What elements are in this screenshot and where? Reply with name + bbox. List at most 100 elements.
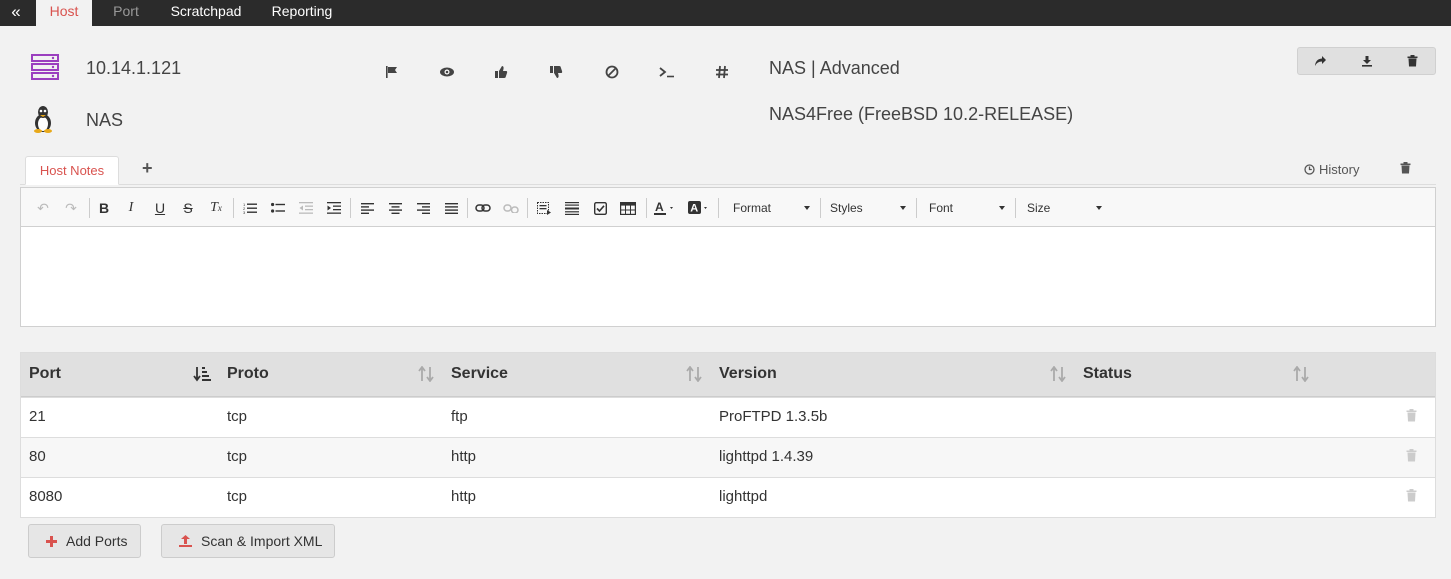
align-left-icon[interactable] bbox=[357, 198, 377, 218]
cell-version: lighttpd bbox=[719, 488, 768, 505]
toolbar-separator bbox=[718, 198, 719, 218]
host-os: NAS4Free (FreeBSD 10.2-RELEASE) bbox=[769, 104, 1074, 124]
table-row[interactable]: 80 tcp http lighttpd 1.4.39 bbox=[21, 437, 1435, 477]
thumbs-up-icon[interactable] bbox=[491, 62, 511, 82]
host-action-group bbox=[1297, 47, 1436, 75]
size-dropdown[interactable]: Size bbox=[1027, 198, 1102, 218]
indent-icon[interactable] bbox=[324, 198, 344, 218]
scan-import-xml-button[interactable]: Scan & Import XML bbox=[161, 524, 335, 558]
eye-icon[interactable] bbox=[437, 62, 457, 82]
history-label: History bbox=[1319, 162, 1360, 177]
align-center-icon[interactable] bbox=[385, 198, 405, 218]
tab-scratchpad[interactable]: Scratchpad bbox=[166, 0, 246, 26]
hash-icon[interactable] bbox=[712, 62, 732, 82]
plus-icon bbox=[46, 535, 57, 547]
column-header-status[interactable]: Status bbox=[1083, 365, 1132, 383]
trash-icon[interactable] bbox=[1406, 489, 1417, 507]
sort-descending-icon[interactable] bbox=[193, 366, 211, 385]
column-header-proto[interactable]: Proto bbox=[227, 365, 269, 383]
sort-icon[interactable] bbox=[1050, 365, 1066, 385]
svg-text:A: A bbox=[655, 201, 664, 214]
text-color-icon[interactable]: A bbox=[653, 198, 679, 218]
tab-host[interactable]: Host bbox=[36, 0, 92, 26]
table-row[interactable]: 21 tcp ftp ProFTPD 1.3.5b bbox=[21, 397, 1435, 437]
sort-icon[interactable] bbox=[418, 365, 434, 385]
cell-port: 80 bbox=[29, 448, 46, 465]
trash-icon[interactable] bbox=[1400, 161, 1411, 179]
column-header-service[interactable]: Service bbox=[451, 365, 508, 383]
italic-icon[interactable]: I bbox=[121, 198, 141, 218]
underline-icon[interactable]: U bbox=[150, 198, 170, 218]
notes-tab-divider bbox=[20, 184, 1436, 185]
ban-icon[interactable] bbox=[602, 62, 622, 82]
linux-tux-icon bbox=[31, 104, 55, 134]
align-right-icon[interactable] bbox=[413, 198, 433, 218]
upload-icon bbox=[179, 535, 192, 547]
share-icon[interactable] bbox=[1298, 48, 1344, 74]
link-icon[interactable] bbox=[473, 198, 493, 218]
checkbox-icon[interactable] bbox=[590, 198, 610, 218]
font-dropdown-label: Font bbox=[929, 201, 954, 215]
double-chevron-left-icon[interactable]: « bbox=[0, 0, 32, 26]
top-nav-bar: « Host Port Scratchpad Reporting bbox=[0, 0, 1451, 26]
tab-reporting[interactable]: Reporting bbox=[266, 0, 338, 26]
chevron-down-icon bbox=[1096, 206, 1102, 210]
add-ports-label: Add Ports bbox=[66, 533, 128, 549]
cell-service: ftp bbox=[451, 408, 468, 425]
chevron-down-icon bbox=[900, 206, 906, 210]
cell-proto: tcp bbox=[227, 408, 248, 425]
redo-icon[interactable]: ↷ bbox=[61, 198, 81, 218]
clock-icon bbox=[1304, 164, 1315, 175]
tab-host-notes[interactable]: Host Notes bbox=[25, 156, 119, 185]
strikethrough-icon[interactable]: S bbox=[178, 198, 198, 218]
horizontal-rule-icon[interactable] bbox=[562, 198, 582, 218]
table-row[interactable]: 8080 tcp http lighttpd bbox=[21, 477, 1435, 517]
format-dropdown[interactable]: Format bbox=[733, 198, 810, 218]
styles-dropdown[interactable]: Styles bbox=[830, 198, 906, 218]
size-dropdown-label: Size bbox=[1027, 201, 1051, 215]
styles-dropdown-label: Styles bbox=[830, 201, 863, 215]
flag-icon[interactable] bbox=[382, 62, 402, 82]
cell-port: 8080 bbox=[29, 488, 63, 505]
svg-text:3: 3 bbox=[243, 210, 246, 214]
editor-toolbar: ↶ ↷ B I U S Tx 123 A A Format Styles Fon… bbox=[21, 188, 1435, 227]
add-ports-button[interactable]: Add Ports bbox=[28, 524, 141, 558]
trash-icon[interactable] bbox=[1406, 449, 1417, 467]
table-icon[interactable] bbox=[618, 198, 638, 218]
thumbs-down-icon[interactable] bbox=[546, 62, 566, 82]
numbered-list-icon[interactable]: 123 bbox=[240, 198, 260, 218]
insert-template-icon[interactable] bbox=[534, 198, 554, 218]
bold-icon[interactable]: B bbox=[94, 198, 114, 218]
toolbar-separator bbox=[350, 198, 351, 218]
trash-icon[interactable] bbox=[1389, 48, 1435, 74]
undo-icon[interactable]: ↶ bbox=[33, 198, 53, 218]
align-justify-icon[interactable] bbox=[441, 198, 461, 218]
bullet-list-icon[interactable] bbox=[268, 198, 288, 218]
unlink-icon[interactable] bbox=[501, 198, 521, 218]
cell-proto: tcp bbox=[227, 448, 248, 465]
history-button[interactable]: History bbox=[1304, 162, 1359, 177]
table-header: Port Proto Service Version Status bbox=[21, 353, 1435, 397]
cell-version: lighttpd 1.4.39 bbox=[719, 448, 814, 465]
cell-proto: tcp bbox=[227, 488, 248, 505]
trash-icon[interactable] bbox=[1406, 409, 1417, 427]
cell-service: http bbox=[451, 488, 477, 505]
add-note-tab-button[interactable]: + bbox=[142, 158, 153, 179]
column-header-version[interactable]: Version bbox=[719, 365, 777, 383]
ports-table: Port Proto Service Version Status 21 tcp… bbox=[20, 352, 1436, 518]
sort-icon[interactable] bbox=[686, 365, 702, 385]
host-ip: 10.14.1.121 bbox=[86, 58, 182, 78]
toolbar-separator bbox=[820, 198, 821, 218]
rich-text-editor: ↶ ↷ B I U S Tx 123 A A Format Styles Fon… bbox=[20, 187, 1436, 327]
terminal-icon[interactable] bbox=[657, 62, 677, 82]
column-header-port[interactable]: Port bbox=[29, 365, 61, 383]
background-color-icon[interactable]: A bbox=[687, 198, 713, 218]
outdent-icon[interactable] bbox=[296, 198, 316, 218]
editor-content-area[interactable] bbox=[21, 227, 1435, 326]
tab-port[interactable]: Port bbox=[104, 0, 148, 26]
chevron-down-icon bbox=[804, 206, 810, 210]
font-dropdown[interactable]: Font bbox=[929, 198, 1005, 218]
download-icon[interactable] bbox=[1344, 48, 1390, 74]
sort-icon[interactable] bbox=[1293, 365, 1309, 385]
clear-format-icon[interactable]: Tx bbox=[206, 198, 226, 218]
